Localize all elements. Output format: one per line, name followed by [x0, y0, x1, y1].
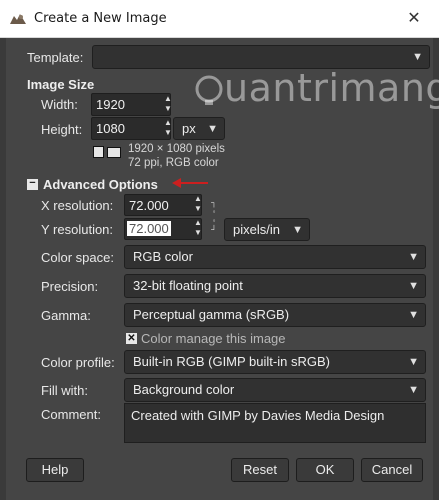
minus-icon: −: [29, 177, 36, 189]
portrait-orientation-icon[interactable]: [93, 146, 104, 158]
resolution-unit-combo[interactable]: pixels/in ▼: [224, 218, 310, 241]
y-resolution-input[interactable]: 72.000: [124, 218, 202, 240]
chain-link-icon[interactable]: ┐ ◦ ◦ ┘: [208, 198, 220, 234]
y-resolution-spinner-icon[interactable]: ▲ ▼: [193, 218, 203, 240]
width-input[interactable]: 1920: [91, 93, 171, 116]
color-space-label: Color space:: [41, 250, 114, 265]
window-title: Create a New Image: [34, 11, 167, 26]
chevron-down-icon: ▼: [207, 123, 218, 135]
width-label: Width:: [41, 97, 78, 112]
comment-value: Created with GIMP by Davies Media Design: [131, 408, 385, 423]
image-size-heading: Image Size: [27, 77, 95, 92]
comment-textarea[interactable]: Created with GIMP by Davies Media Design: [124, 403, 426, 443]
size-unit-value: px: [182, 121, 196, 136]
fill-with-value: Background color: [133, 382, 235, 397]
gamma-label: Gamma:: [41, 308, 91, 323]
advanced-collapse-toggle[interactable]: −: [27, 177, 38, 190]
new-image-dialog: uantrimang Template: ▼ Image Size Width:…: [0, 38, 439, 500]
chevron-down-icon: ▼: [292, 224, 303, 236]
watermark-text: uantrimang: [224, 66, 439, 110]
chevron-down-icon: ▼: [408, 280, 419, 292]
color-profile-label: Color profile:: [41, 355, 115, 370]
advanced-options-heading: Advanced Options: [43, 177, 158, 192]
title-bar: Create a New Image ✕: [0, 0, 439, 38]
close-icon[interactable]: ✕: [404, 10, 424, 28]
fill-with-combo[interactable]: Background color ▼: [124, 378, 426, 402]
precision-label: Precision:: [41, 279, 99, 294]
cancel-button[interactable]: Cancel: [361, 458, 423, 482]
color-space-combo[interactable]: RGB color ▼: [124, 245, 426, 269]
size-info-resolution: 72 ppi, RGB color: [128, 157, 219, 169]
height-spinner-icon[interactable]: ▲ ▼: [163, 118, 173, 140]
gamma-value: Perceptual gamma (sRGB): [133, 307, 290, 322]
chevron-down-icon: ▼: [408, 309, 419, 321]
gimp-icon: [10, 14, 26, 24]
size-unit-combo[interactable]: px ▼: [173, 117, 225, 140]
chevron-down-icon: ▼: [408, 384, 419, 396]
x-resolution-input[interactable]: 72.000: [124, 194, 202, 216]
chevron-down-icon: ▼: [408, 356, 419, 368]
size-info-dimensions: 1920 × 1080 pixels: [128, 143, 225, 155]
lightbulb-logo-icon: [195, 75, 223, 105]
height-value: 1080: [96, 121, 125, 136]
template-combo[interactable]: ▼: [92, 45, 430, 69]
template-label: Template:: [27, 50, 84, 65]
color-profile-combo[interactable]: Built-in RGB (GIMP built-in sRGB) ▼: [124, 350, 426, 374]
landscape-orientation-icon[interactable]: [107, 147, 121, 158]
x-resolution-label: X resolution:: [41, 198, 114, 213]
x-resolution-spinner-icon[interactable]: ▲ ▼: [193, 194, 203, 216]
precision-combo[interactable]: 32-bit floating point ▼: [124, 274, 426, 298]
height-input[interactable]: 1080: [91, 117, 171, 140]
precision-value: 32-bit floating point: [133, 278, 243, 293]
height-label: Height:: [41, 122, 83, 137]
reset-button[interactable]: Reset: [231, 458, 289, 482]
resolution-unit-value: pixels/in: [233, 222, 280, 237]
y-resolution-label: Y resolution:: [41, 222, 114, 237]
chevron-down-icon: ▼: [412, 51, 423, 63]
annotation-arrow-icon: [172, 178, 208, 188]
color-profile-value: Built-in RGB (GIMP built-in sRGB): [133, 354, 330, 369]
width-value: 1920: [96, 97, 125, 112]
help-button[interactable]: Help: [26, 458, 84, 482]
y-resolution-value: 72.000: [127, 221, 171, 236]
color-manage-checkbox[interactable]: ✕: [126, 333, 137, 344]
gamma-combo[interactable]: Perceptual gamma (sRGB) ▼: [124, 303, 426, 327]
width-spinner-icon[interactable]: ▲ ▼: [163, 94, 173, 116]
color-manage-label[interactable]: Color manage this image: [141, 331, 286, 346]
ok-button[interactable]: OK: [296, 458, 354, 482]
fill-with-label: Fill with:: [41, 383, 88, 398]
x-resolution-value: 72.000: [129, 198, 169, 213]
chevron-down-icon: ▼: [408, 251, 419, 263]
color-space-value: RGB color: [133, 249, 193, 264]
comment-label: Comment:: [41, 407, 101, 422]
